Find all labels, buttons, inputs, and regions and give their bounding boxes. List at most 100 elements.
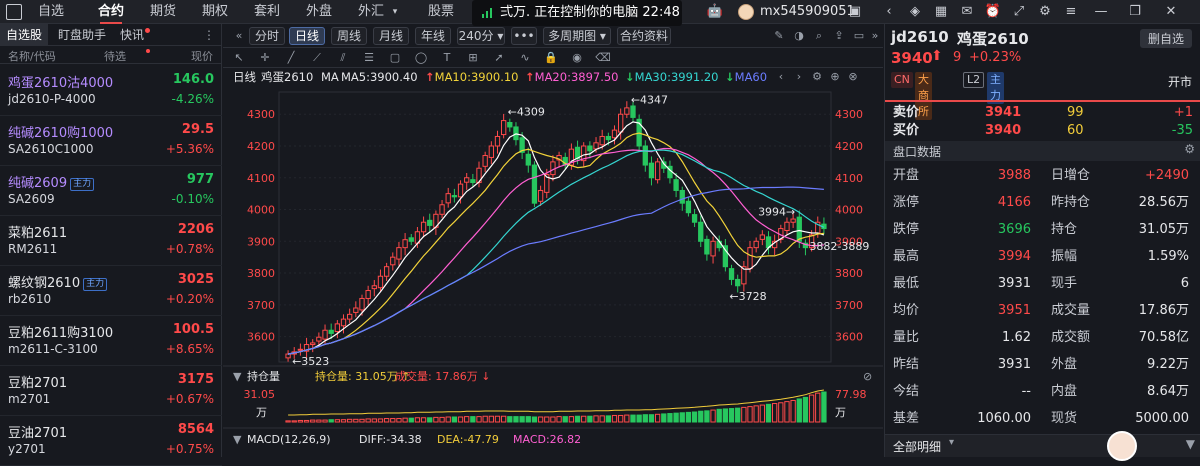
more-options-icon[interactable]: ⋮ [203,24,215,46]
nav-tab-futures[interactable]: 期货 [150,0,176,24]
price-annotation: 3994→ [758,205,795,218]
detail-tab[interactable]: 全部明细 [893,438,941,455]
volume-bar [488,415,494,423]
ma-contract: 鸡蛋2610 [261,70,314,84]
text-tool-icon[interactable]: T [439,50,455,66]
back-arrow-icon[interactable]: ‹ [880,3,898,21]
stat-value-2: 6 [1180,276,1189,291]
tab-monitor-assistant[interactable]: 盯盘助手 [58,24,106,46]
channel-tool-icon[interactable]: ⫽ [335,50,351,66]
account-name[interactable]: mx545909051 [760,0,855,24]
rect-tool-icon[interactable]: ▢ [387,50,403,66]
alarm-icon[interactable]: ⏰ [984,3,1002,21]
period-daily[interactable]: 日线 [289,27,325,45]
fib-tool-icon[interactable]: ☰ [361,50,377,66]
measure-tool-icon[interactable]: ⊞ [465,50,481,66]
watchlist-row[interactable]: 纯碱2609 主力 SA2609 977 -0.10% [0,166,222,216]
nav-tab-arbitrage[interactable]: 套利 [254,0,280,24]
arrow-tool-icon[interactable]: ➚ [491,50,507,66]
layers-icon[interactable]: ◈ [906,3,924,21]
detail-dropdown-icon[interactable]: ▾ [949,437,954,448]
nav-tab-stocks[interactable]: 股票 [428,0,454,24]
calendar-icon[interactable]: ▦ [932,3,950,21]
nav-tab-forex[interactable]: 外汇 [358,0,384,24]
chart-next-icon[interactable]: › [791,69,807,85]
chart-prev-icon[interactable]: ‹ [773,69,789,85]
filter-icon[interactable]: ▼ [1186,437,1195,451]
watchlist-row[interactable]: 菜粕2611 RM2611 2206 +0.78% [0,216,222,266]
header-name-code[interactable]: 名称/代码 [8,48,56,64]
tab-my-watchlist[interactable]: 自选股 [0,24,49,46]
menu-icon[interactable]: ≡ [1062,3,1080,21]
banner-text: 弍万. 正在控制你的电脑 22:48 [500,5,680,20]
crosshair-icon[interactable]: ✛ [257,50,273,66]
volume-axis-top-left: 31.05 [244,388,276,401]
watchlist-row[interactable]: 豆油2701 y2701 8564 +0.75% [0,416,222,466]
multi-period-button[interactable]: 多周期图 ▾ [543,27,611,45]
fullscreen-icon[interactable]: ⤢ [1010,3,1028,21]
gift-icon[interactable]: ✉ [958,3,976,21]
header-sort[interactable]: 待选 [104,48,126,64]
watchlist-row[interactable]: 豆粕2701 m2701 3175 +0.67% [0,366,222,416]
period-240min[interactable]: 240分 ▾ [457,27,505,45]
minimize-icon[interactable]: — [1092,3,1110,21]
restore-icon[interactable]: ❐ [1126,3,1144,21]
ray-tool-icon[interactable]: ⟋ [309,50,325,66]
zoom-icon[interactable]: ⌕ [811,28,827,44]
id-card-icon[interactable]: ▣ [846,3,864,21]
chart-close-icon[interactable]: ⊗ [845,69,861,85]
nav-tab-options[interactable]: 期权 [202,0,228,24]
ma-label: MA [321,70,339,84]
robot-icon[interactable]: 🤖 [706,3,724,21]
eye-icon[interactable]: ◉ [569,50,585,66]
nav-tab-contract[interactable]: 合约 [98,0,124,24]
wave-tool-icon[interactable]: ∿ [517,50,533,66]
price-plot-frame [278,91,832,363]
bid-row[interactable]: 买价 3940 60 -35 [885,122,1200,140]
volume-bar [451,416,458,423]
draw-icon[interactable]: ✎ [771,28,787,44]
section-settings-icon[interactable]: ⚙ [1184,142,1195,156]
share-icon[interactable]: ⇪ [831,28,847,44]
ask-row[interactable]: 卖价 3941 99 +1 [885,104,1200,122]
more-periods-button[interactable]: ••• [511,27,537,45]
expand-right-icon[interactable]: » [867,28,883,44]
screen-icon[interactable]: ▭ [851,28,867,44]
close-icon[interactable]: ✕ [1162,3,1180,21]
collapse-left-icon[interactable]: « [231,28,247,44]
nav-tab-overseas[interactable]: 外盘 [306,0,332,24]
indicator-icon[interactable]: ◑ [791,28,807,44]
remove-watchlist-button[interactable]: 删自选 [1139,29,1192,48]
chart-settings-icon[interactable]: ⚙ [809,69,825,85]
watchlist-row[interactable]: 豆粕2611购3100 m2611-C-3100 100.5 +8.65% [0,316,222,366]
contract-info-button[interactable]: 合约资料 [617,27,671,45]
settings-icon[interactable]: ⚙ [1036,3,1054,21]
delete-drawing-icon[interactable]: ⌫ [595,50,611,66]
nav-tab-watchlist[interactable]: 自选 [38,0,64,24]
candle-body [316,336,322,342]
period-weekly[interactable]: 周线 [331,27,367,45]
watchlist-row[interactable]: 螺纹钢2610 主力 rb2610 3025 +0.20% [0,266,222,316]
header-price[interactable]: 现价 [191,48,213,64]
watchlist-row[interactable]: 鸡蛋2610沽4000 jd2610-P-4000 146.0 -4.26% [0,66,222,116]
forex-dropdown-icon[interactable]: ▾ [386,3,404,21]
period-monthly[interactable]: 月线 [373,27,409,45]
cursor-icon[interactable]: ↖ [231,50,247,66]
tab-news-flash[interactable]: 快讯 [120,24,144,46]
volume-bar [771,403,778,423]
user-avatar[interactable] [738,4,754,20]
chart-add-icon[interactable]: ⊕ [827,69,843,85]
watchlist-code: SA2610C1000 [8,142,94,156]
candlestick-chart[interactable]: 3600 36003700 37003800 38003900 39004000 4000… [223,86,883,451]
volume-bar [500,415,507,423]
lock-icon[interactable]: 🔒 [543,50,559,66]
watchlist-row[interactable]: 纯碱2610购1000 SA2610C1000 29.5 +5.36% [0,116,222,166]
volume-bar [291,420,297,423]
volume-bar [285,420,291,423]
circle-tool-icon[interactable]: ◯ [413,50,429,66]
period-yearly[interactable]: 年线 [415,27,451,45]
line-tool-icon[interactable]: ╱ [283,50,299,66]
period-minute[interactable]: 分时 [249,27,285,45]
candle-body [470,179,476,184]
ma10-text: MA10:3900.10 [434,70,519,84]
